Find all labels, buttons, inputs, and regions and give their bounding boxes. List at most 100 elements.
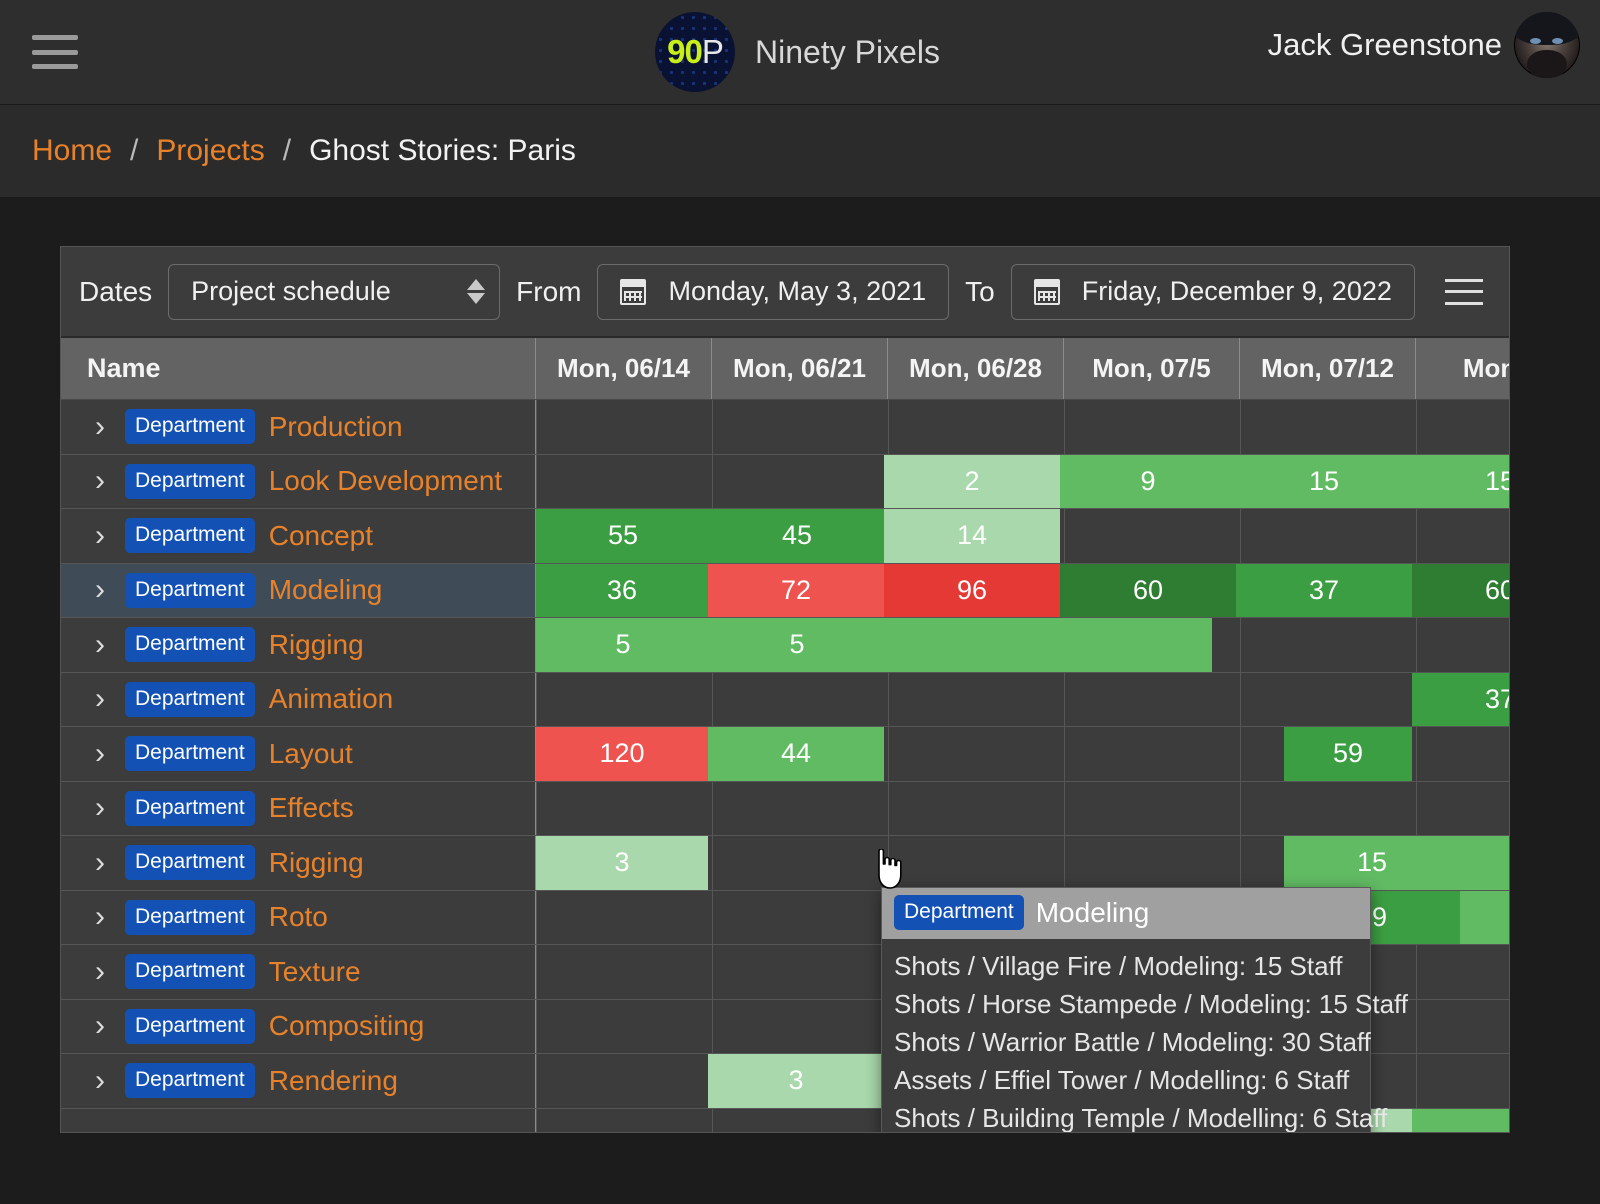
row-name-cell[interactable]: › Department Compositing	[61, 999, 536, 1053]
row-name-cell[interactable]: › Department Animation	[61, 672, 536, 726]
timeline-bar[interactable]: 60	[1060, 563, 1236, 617]
department-name[interactable]: Layout	[269, 738, 353, 770]
department-name[interactable]: Compositing	[269, 1010, 425, 1042]
timeline-bar[interactable]: 37	[1412, 672, 1509, 726]
row-name-cell[interactable]	[61, 1108, 536, 1132]
department-name[interactable]: Roto	[269, 901, 328, 933]
chevron-right-icon[interactable]: ›	[89, 1011, 111, 1041]
row-name-cell[interactable]: › Department Look Development	[61, 454, 536, 508]
row-timeline[interactable]: 55	[536, 618, 1509, 672]
row-timeline[interactable]: 37	[536, 672, 1509, 726]
timeline-bar[interactable]: 120	[536, 727, 708, 781]
row-name-cell[interactable]: › Department Production	[61, 400, 536, 454]
timeline-bar[interactable]	[1412, 1108, 1509, 1132]
row-timeline[interactable]	[536, 781, 1509, 835]
column-header-date[interactable]: Mon, 07/5	[1064, 338, 1240, 399]
row-name-cell[interactable]: › Department Layout	[61, 727, 536, 781]
timeline-bar[interactable]: 36	[536, 563, 708, 617]
options-menu-icon[interactable]	[1444, 278, 1483, 305]
timeline-bar[interactable]: 14	[884, 509, 1060, 563]
timeline-bar[interactable]: 37	[1236, 563, 1412, 617]
chevron-right-icon[interactable]: ›	[89, 520, 111, 551]
department-name[interactable]: Effects	[269, 792, 354, 824]
table-row[interactable]: › Department Rigging 5 5	[61, 618, 1509, 673]
timeline-bar[interactable]: 44	[708, 727, 884, 781]
timeline-bar[interactable]: 59	[1284, 727, 1412, 781]
department-badge: Department	[125, 899, 255, 935]
department-name[interactable]: Animation	[269, 683, 394, 715]
schedule-select[interactable]: Project schedule	[168, 263, 501, 320]
row-name-cell[interactable]: › Department Concept	[61, 509, 536, 563]
chevron-right-icon[interactable]: ›	[89, 684, 111, 714]
from-date-field[interactable]: Monday, May 3, 2021	[597, 263, 950, 320]
timeline-bar[interactable]: 96	[884, 563, 1060, 617]
column-header-name[interactable]: Name	[61, 338, 536, 399]
row-timeline[interactable]: 120 44 59	[536, 727, 1509, 781]
table-row[interactable]: › Department Concept 55 45 14	[61, 509, 1509, 564]
chevron-right-icon[interactable]: ›	[89, 629, 111, 660]
department-name[interactable]: Rendering	[269, 1065, 398, 1097]
timeline-bar[interactable]: 3	[708, 1054, 884, 1108]
department-name[interactable]: Look Development	[269, 465, 502, 497]
timeline-bar[interactable]: 60	[1412, 563, 1509, 617]
breadcrumb-item-home[interactable]: Home	[32, 134, 112, 168]
row-name-cell[interactable]: › Department Texture	[61, 945, 536, 999]
to-date-field[interactable]: Friday, December 9, 2022	[1010, 263, 1415, 320]
table-row[interactable]: › Department Rigging 3 1526	[61, 836, 1509, 891]
department-name[interactable]: Texture	[269, 956, 361, 988]
table-row[interactable]: › Department Production	[61, 400, 1509, 455]
hamburger-icon[interactable]	[32, 35, 78, 69]
table-row[interactable]: ›DepartmentModeling367296603760	[61, 563, 1509, 618]
timeline-bar[interactable]: 26	[1460, 836, 1509, 890]
table-row[interactable]: › Department Effects	[61, 781, 1509, 836]
row-timeline[interactable]: 55 45 14	[536, 509, 1509, 563]
column-header-date[interactable]: Mon, 06/21	[712, 338, 888, 399]
timeline-bar[interactable]	[884, 618, 1212, 672]
timeline-bar[interactable]: 72	[708, 563, 884, 617]
chevron-right-icon[interactable]: ›	[89, 847, 111, 878]
timeline-bar[interactable]: 15	[1236, 454, 1412, 508]
brand[interactable]: 90P Ninety Pixels	[655, 12, 940, 92]
department-name[interactable]: Production	[269, 411, 403, 443]
row-name-cell[interactable]: › Department Rigging	[61, 618, 536, 672]
row-name-cell[interactable]: › Department Effects	[61, 781, 536, 835]
row-name-cell[interactable]: › Department Roto	[61, 890, 536, 944]
chevron-right-icon[interactable]: ›	[89, 902, 111, 932]
column-header-date[interactable]: Mon, 0	[1416, 338, 1509, 399]
timeline-bar[interactable]: 55	[536, 618, 884, 672]
timeline-bar[interactable]: 2	[884, 454, 1060, 508]
table-row[interactable]: › Department Layout 120 44 59	[61, 727, 1509, 782]
column-header-date[interactable]: Mon, 06/28	[888, 338, 1064, 399]
timeline-bar[interactable]: 15	[1460, 890, 1509, 944]
timeline-bar[interactable]: 9	[1060, 454, 1236, 508]
row-name-cell[interactable]: › Department Rendering	[61, 1054, 536, 1108]
chevron-right-icon[interactable]: ›	[89, 793, 111, 823]
user-menu[interactable]: Jack Greenstone	[1268, 12, 1580, 78]
row-timeline[interactable]: 291515	[536, 454, 1509, 508]
row-name-cell[interactable]: › Department Rigging	[61, 836, 536, 890]
avatar[interactable]	[1514, 12, 1580, 78]
timeline-bar[interactable]: 55 45	[536, 509, 884, 563]
department-name[interactable]: Modeling	[269, 574, 383, 606]
chevron-right-icon[interactable]: ›	[89, 738, 111, 769]
department-name[interactable]: Rigging	[269, 847, 364, 879]
table-row[interactable]: ›DepartmentLook Development291515	[61, 454, 1509, 509]
timeline-bar[interactable]: 15	[1284, 836, 1460, 890]
chevron-right-icon[interactable]: ›	[89, 956, 111, 987]
row-name-cell[interactable]: › Department Modeling	[61, 563, 536, 617]
department-name[interactable]: Concept	[269, 520, 373, 552]
chevron-right-icon[interactable]: ›	[89, 466, 111, 496]
timeline-bar[interactable]: 3	[536, 836, 708, 890]
breadcrumb-item-projects[interactable]: Projects	[156, 134, 264, 168]
row-timeline[interactable]	[536, 400, 1509, 454]
row-timeline[interactable]: 367296603760	[536, 563, 1509, 617]
column-header-date[interactable]: Mon, 07/12	[1240, 338, 1416, 399]
chevron-right-icon[interactable]: ›	[89, 1065, 111, 1096]
chevron-right-icon[interactable]: ›	[89, 575, 111, 605]
table-row[interactable]: › Department Animation 37	[61, 672, 1509, 727]
timeline-bar[interactable]: 15	[1412, 454, 1509, 508]
chevron-right-icon[interactable]: ›	[89, 411, 111, 442]
column-header-date[interactable]: Mon, 06/14	[536, 338, 712, 399]
row-timeline[interactable]: 3 1526	[536, 836, 1509, 890]
department-name[interactable]: Rigging	[269, 629, 364, 661]
